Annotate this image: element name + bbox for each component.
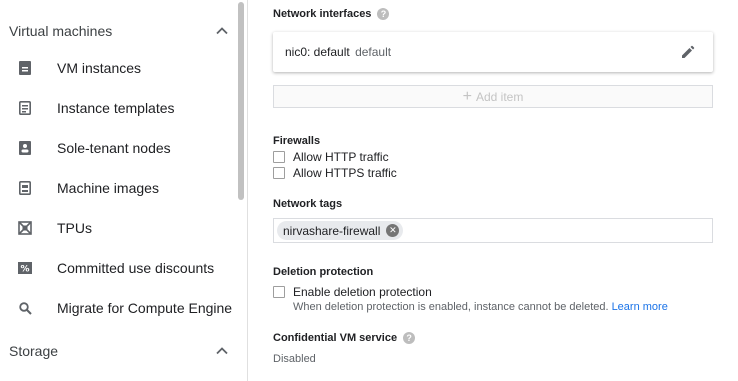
deletion-protection-checkbox[interactable] bbox=[273, 286, 285, 298]
tpu-icon bbox=[17, 220, 33, 236]
allow-http-row[interactable]: Allow HTTP traffic bbox=[273, 150, 389, 164]
deletion-help-message: When deletion protection is enabled, ins… bbox=[293, 301, 609, 313]
allow-http-checkbox[interactable] bbox=[273, 151, 285, 163]
main-panel: Network interfaces? nic0: default defaul… bbox=[249, 0, 738, 381]
nic-title: nic0: default bbox=[285, 45, 350, 59]
instance-templates-icon bbox=[17, 100, 33, 116]
search-icon bbox=[17, 300, 33, 316]
sidebar-item-label: Sole-tenant nodes bbox=[57, 140, 171, 156]
add-item-label: Add item bbox=[475, 89, 524, 104]
remove-tag-icon[interactable]: ✕ bbox=[386, 224, 400, 237]
deletion-protection-row[interactable]: Enable deletion protection bbox=[273, 285, 432, 299]
sidebar-item-vm-instances[interactable]: VM instances bbox=[0, 48, 238, 88]
sidebar-item-label: Instance templates bbox=[57, 100, 175, 116]
allow-https-label: Allow HTTPS traffic bbox=[293, 166, 397, 180]
nic-network: default bbox=[355, 45, 392, 59]
sidebar-item-migrate-for-compute-engine[interactable]: Migrate for Compute Engine bbox=[0, 288, 238, 328]
plus-icon: + bbox=[462, 87, 472, 105]
deletion-protection-heading: Deletion protection bbox=[273, 266, 374, 278]
sidebar-item-label: Committed use discounts bbox=[57, 260, 215, 276]
deletion-protection-label: Enable deletion protection bbox=[293, 285, 432, 299]
sidebar-item-instance-templates[interactable]: Instance templates bbox=[0, 88, 238, 128]
sole-tenant-icon bbox=[17, 140, 33, 156]
add-item-button[interactable]: + Add item bbox=[273, 85, 713, 108]
nic-name: nic0: default default bbox=[285, 45, 391, 59]
tag-chip: nirvashare-firewall ✕ bbox=[277, 221, 404, 240]
vm-instances-icon bbox=[17, 60, 33, 76]
confidential-vm-value: Disabled bbox=[273, 353, 316, 365]
chevron-up-icon[interactable] bbox=[215, 24, 229, 38]
allow-https-row[interactable]: Allow HTTPS traffic bbox=[273, 166, 397, 180]
edit-pencil-icon[interactable] bbox=[681, 45, 695, 59]
sidebar-item-label: TPUs bbox=[57, 220, 92, 236]
allow-https-checkbox[interactable] bbox=[273, 167, 285, 179]
network-interfaces-heading: Network interfaces? bbox=[273, 8, 390, 21]
section-label: Storage bbox=[9, 343, 59, 359]
chevron-up-icon[interactable] bbox=[215, 344, 229, 358]
confidential-vm-heading: Confidential VM service? bbox=[273, 332, 416, 345]
svg-text:%: % bbox=[20, 265, 29, 275]
percent-icon: % bbox=[17, 260, 33, 276]
allow-http-label: Allow HTTP traffic bbox=[293, 150, 389, 164]
firewalls-heading: Firewalls bbox=[273, 135, 321, 147]
nic-card[interactable]: nic0: default default bbox=[273, 32, 713, 72]
sidebar-item-committed-use-discounts[interactable]: % Committed use discounts bbox=[0, 248, 238, 288]
network-tags-heading: Network tags bbox=[273, 198, 343, 210]
section-storage[interactable]: Storage bbox=[9, 339, 229, 363]
sidebar-item-machine-images[interactable]: Machine images bbox=[0, 168, 238, 208]
sidebar: Virtual machines VM instances Instance t… bbox=[0, 0, 248, 381]
section-label: Virtual machines bbox=[9, 23, 113, 39]
learn-more-link[interactable]: Learn more bbox=[612, 301, 668, 313]
network-tags-input[interactable]: nirvashare-firewall ✕ bbox=[273, 218, 713, 243]
sidebar-item-label: VM instances bbox=[57, 60, 142, 76]
help-icon[interactable]: ? bbox=[403, 332, 416, 345]
confidential-vm-label: Confidential VM service bbox=[273, 332, 398, 344]
tag-chip-label: nirvashare-firewall bbox=[283, 223, 381, 238]
help-icon[interactable]: ? bbox=[377, 8, 390, 21]
machine-images-icon bbox=[17, 180, 33, 196]
sidebar-item-label: Migrate for Compute Engine bbox=[57, 300, 233, 316]
section-virtual-machines[interactable]: Virtual machines bbox=[9, 19, 229, 43]
sidebar-item-sole-tenant-nodes[interactable]: Sole-tenant nodes bbox=[0, 128, 238, 168]
deletion-help-text: When deletion protection is enabled, ins… bbox=[293, 301, 668, 313]
sidebar-item-tpus[interactable]: TPUs bbox=[0, 208, 238, 248]
network-interfaces-label: Network interfaces bbox=[273, 8, 372, 20]
sidebar-scrollbar[interactable] bbox=[238, 2, 244, 200]
sidebar-item-label: Machine images bbox=[57, 180, 159, 196]
